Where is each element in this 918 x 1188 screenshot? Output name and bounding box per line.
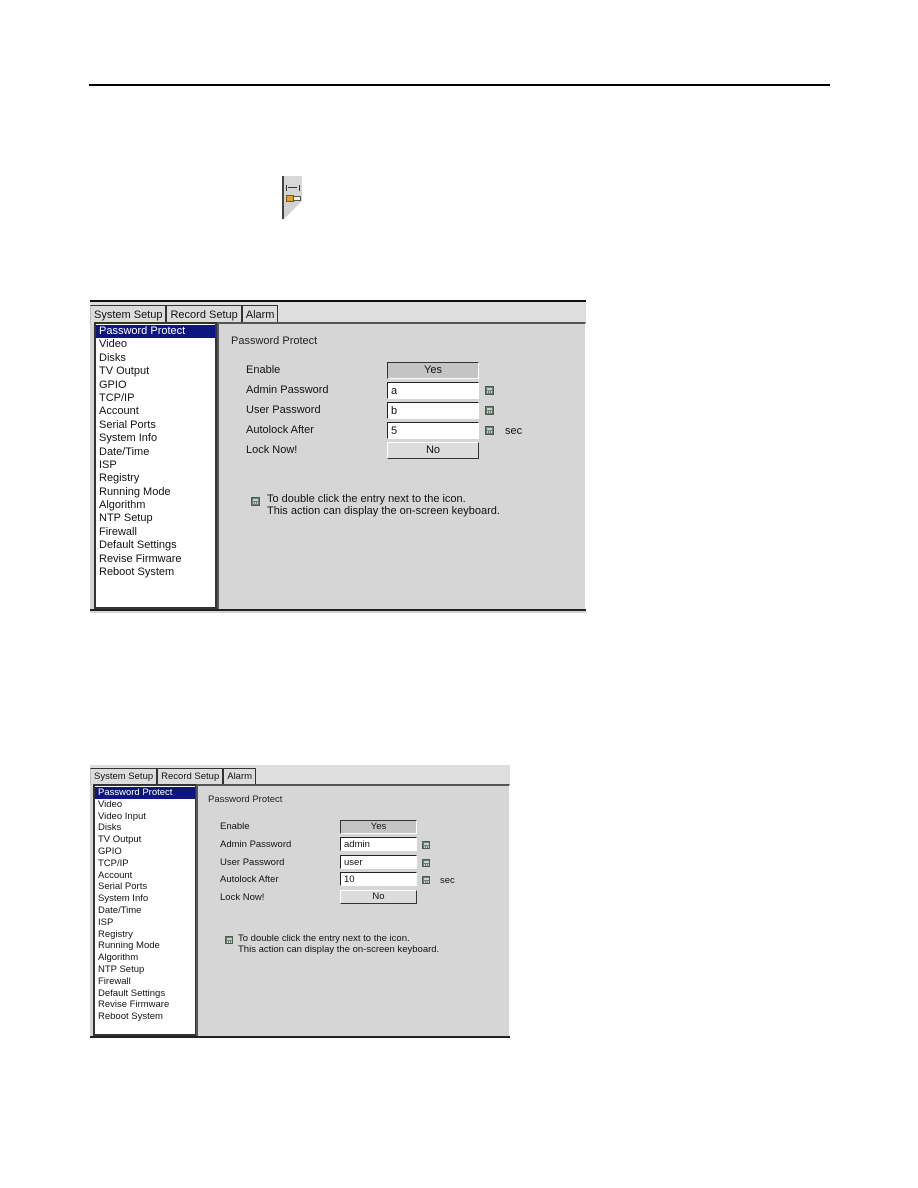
- menu-item-default-settings[interactable]: Default Settings: [96, 539, 215, 552]
- tab-bar: System Setup Record Setup Alarm: [90, 765, 510, 784]
- keyboard-icon[interactable]: [422, 859, 430, 867]
- enable-label: Enable: [220, 821, 250, 832]
- menu-item-algorithm[interactable]: Algorithm: [96, 499, 215, 512]
- menu-item-serial-ports[interactable]: Serial Ports: [96, 419, 215, 432]
- setup-menu-list: Password Protect Video Disks TV Output G…: [94, 322, 217, 609]
- keyboard-icon: [251, 497, 260, 506]
- menu-item-video-input[interactable]: Video Input: [95, 811, 195, 823]
- menu-item-firewall[interactable]: Firewall: [96, 526, 215, 539]
- menu-item-ntp-setup[interactable]: NTP Setup: [95, 964, 195, 976]
- key-glyph: [293, 196, 301, 201]
- tab-system-setup[interactable]: System Setup: [90, 768, 158, 784]
- autolock-field[interactable]: [340, 872, 417, 886]
- menu-item-date-time[interactable]: Date/Time: [96, 446, 215, 459]
- admin-password-label: Admin Password: [220, 839, 292, 850]
- menu-item-tcp-ip[interactable]: TCP/IP: [96, 392, 215, 405]
- menu-item-disks[interactable]: Disks: [96, 352, 215, 365]
- menu-item-algorithm[interactable]: Algorithm: [95, 952, 195, 964]
- menu-item-running-mode[interactable]: Running Mode: [95, 940, 195, 952]
- tab-record-setup[interactable]: Record Setup: [157, 768, 224, 784]
- lock-now-label: Lock Now!: [246, 444, 298, 456]
- menu-item-gpio[interactable]: GPIO: [95, 846, 195, 858]
- lock-now-button[interactable]: No: [387, 442, 479, 459]
- enable-toggle[interactable]: Yes: [387, 362, 479, 379]
- lock-now-button[interactable]: No: [340, 890, 417, 904]
- menu-item-serial-ports[interactable]: Serial Ports: [95, 881, 195, 893]
- menu-item-video[interactable]: Video: [96, 338, 215, 351]
- admin-password-field[interactable]: [340, 837, 417, 851]
- menu-item-date-time[interactable]: Date/Time: [95, 905, 195, 917]
- keyboard-icon[interactable]: [485, 386, 494, 395]
- header-rule: [89, 84, 830, 86]
- hint-line-1: To double click the entry next to the ic…: [267, 493, 466, 505]
- menu-item-revise-firmware[interactable]: Revise Firmware: [95, 999, 195, 1011]
- autolock-label: Autolock After: [220, 874, 279, 885]
- menu-item-system-info[interactable]: System Info: [95, 893, 195, 905]
- password-protect-screen-2: System Setup Record Setup Alarm Password…: [90, 765, 510, 1038]
- menu-item-password-protect[interactable]: Password Protect: [95, 787, 195, 799]
- menu-item-registry[interactable]: Registry: [95, 929, 195, 941]
- enable-label: Enable: [246, 364, 281, 376]
- user-password-label: User Password: [220, 857, 285, 868]
- keyboard-icon[interactable]: [485, 426, 494, 435]
- hint-line-1: To double click the entry next to the ic…: [238, 933, 410, 944]
- keyboard-icon[interactable]: [422, 841, 430, 849]
- panel-title: Password Protect: [231, 335, 318, 347]
- panel-title: Password Protect: [208, 794, 283, 805]
- menu-item-account[interactable]: Account: [95, 870, 195, 882]
- window-bottom-border: [90, 609, 586, 611]
- autolock-field[interactable]: [387, 422, 479, 439]
- tab-bar: System Setup Record Setup Alarm: [90, 300, 586, 324]
- menu-item-revise-firmware[interactable]: Revise Firmware: [96, 553, 215, 566]
- user-password-label: User Password: [246, 404, 321, 416]
- keyboard-icon: [225, 936, 233, 944]
- menu-item-disks[interactable]: Disks: [95, 822, 195, 834]
- menu-item-firewall[interactable]: Firewall: [95, 976, 195, 988]
- menu-item-tv-output[interactable]: TV Output: [96, 365, 215, 378]
- password-protect-panel: Password Protect Enable Yes Admin Passwo…: [217, 322, 586, 609]
- autolock-unit: sec: [505, 425, 523, 437]
- system-setup-icon: [282, 176, 302, 219]
- admin-password-label: Admin Password: [246, 384, 329, 396]
- menu-item-tv-output[interactable]: TV Output: [95, 834, 195, 846]
- menu-item-running-mode[interactable]: Running Mode: [96, 486, 215, 499]
- setup-menu-list: Password Protect Video Video Input Disks…: [93, 784, 197, 1036]
- menu-item-registry[interactable]: Registry: [96, 472, 215, 485]
- menu-item-ntp-setup[interactable]: NTP Setup: [96, 512, 215, 525]
- lock-now-label: Lock Now!: [220, 892, 265, 903]
- enable-toggle[interactable]: Yes: [340, 820, 417, 834]
- window-bottom-border: [90, 1036, 510, 1038]
- tab-alarm[interactable]: Alarm: [223, 768, 257, 784]
- menu-item-tcp-ip[interactable]: TCP/IP: [95, 858, 195, 870]
- menu-item-reboot-system[interactable]: Reboot System: [96, 566, 215, 579]
- menu-item-system-info[interactable]: System Info: [96, 432, 215, 445]
- menu-item-video[interactable]: Video: [95, 799, 195, 811]
- user-password-field[interactable]: [387, 402, 479, 419]
- menu-item-reboot-system[interactable]: Reboot System: [95, 1011, 195, 1023]
- menu-item-gpio[interactable]: GPIO: [96, 379, 215, 392]
- password-protect-panel: Password Protect Enable Yes Admin Passwo…: [196, 784, 510, 1036]
- keyboard-icon[interactable]: [485, 406, 494, 415]
- menu-item-isp[interactable]: ISP: [95, 917, 195, 929]
- wrench-bar: [288, 187, 297, 188]
- password-protect-screen-1: System Setup Record Setup Alarm Password…: [90, 300, 586, 613]
- menu-item-default-settings[interactable]: Default Settings: [95, 988, 195, 1000]
- menu-item-isp[interactable]: ISP: [96, 459, 215, 472]
- keyboard-icon[interactable]: [422, 876, 430, 884]
- autolock-unit: sec: [440, 875, 455, 886]
- user-password-field[interactable]: [340, 855, 417, 869]
- hint-line-2: This action can display the on-screen ke…: [267, 505, 500, 517]
- menu-item-password-protect[interactable]: Password Protect: [96, 325, 215, 339]
- wrench-glyph: [286, 185, 300, 191]
- admin-password-field[interactable]: [387, 382, 479, 399]
- autolock-label: Autolock After: [246, 424, 314, 436]
- menu-item-account[interactable]: Account: [96, 405, 215, 418]
- hint-line-2: This action can display the on-screen ke…: [238, 944, 440, 955]
